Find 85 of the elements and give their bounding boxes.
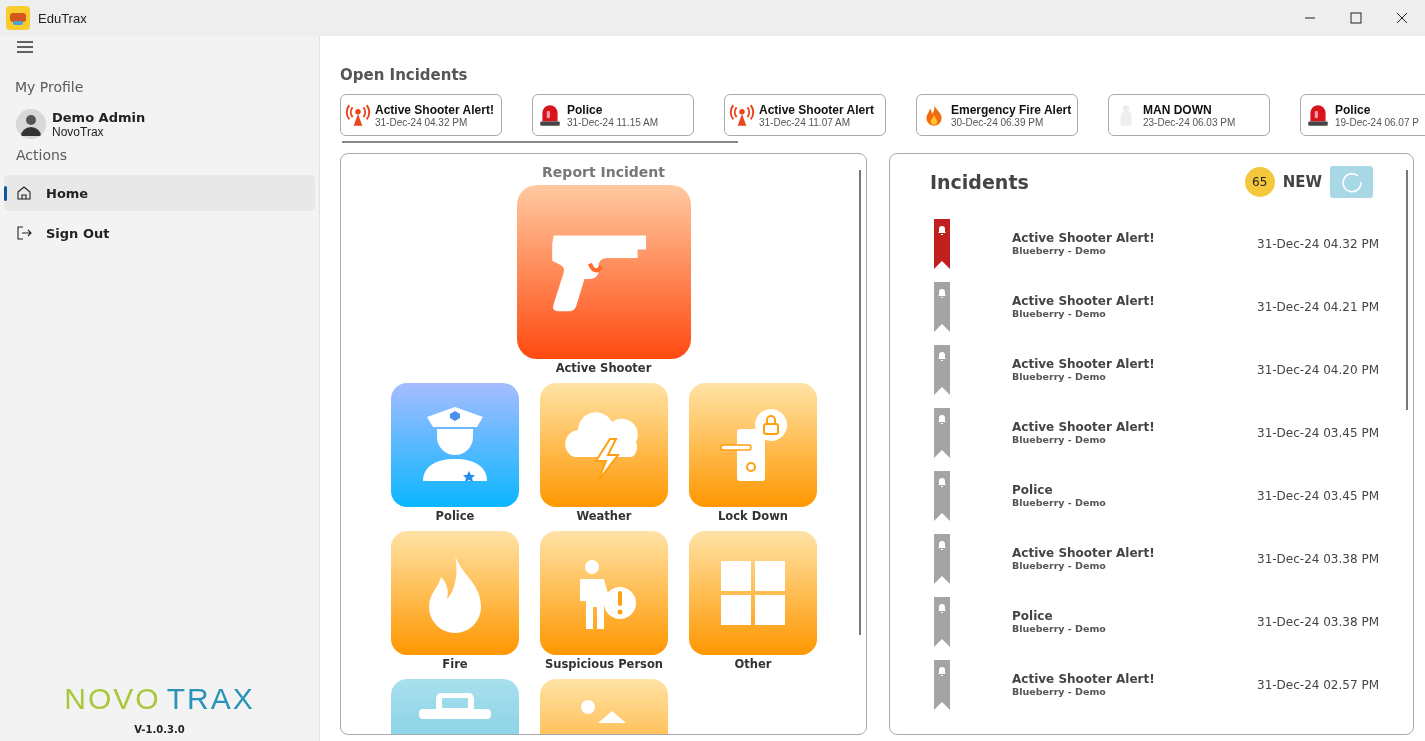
tile-label: Lock Down xyxy=(717,509,789,523)
scrollbar[interactable] xyxy=(859,170,861,635)
incident-time: 31-Dec-24 04.20 PM xyxy=(1257,362,1379,377)
incident-title: Emergency Fire Alert xyxy=(951,102,1072,117)
incident-time: 31-Dec-24 04.32 PM xyxy=(1257,236,1379,251)
panel-title: Report Incident xyxy=(541,164,666,180)
incident-title: Active Shooter Alert! xyxy=(375,102,494,117)
nav-item[interactable]: Sign Out xyxy=(4,215,315,251)
tile-label: Suspicious Person xyxy=(544,657,664,671)
maximize-icon xyxy=(1350,12,1362,24)
incident-title: Active Shooter Alert xyxy=(759,102,874,117)
user-organization: NovoTrax xyxy=(52,124,105,139)
incident-time: 19-Dec-24 06.07 P xyxy=(1335,116,1419,128)
home-icon xyxy=(16,185,32,201)
version-label: V-1.0.3.0 xyxy=(134,724,185,735)
siren-icon xyxy=(537,102,563,128)
incident-time: 31-Dec-24 11.15 AM xyxy=(567,116,658,128)
user-name: Demo Admin xyxy=(52,109,146,125)
incident-site: Blueberry - Demo xyxy=(1012,686,1107,697)
section-heading: Actions xyxy=(16,147,69,163)
incident-type-tile[interactable] xyxy=(689,383,817,507)
incident-site: Blueberry - Demo xyxy=(1012,497,1106,508)
app-logo-icon xyxy=(6,6,30,30)
section-heading: Open Incidents xyxy=(340,66,469,84)
section-heading: My Profile xyxy=(15,79,85,95)
window-title: EduTrax xyxy=(38,10,87,26)
signal-beacon-icon xyxy=(345,102,371,128)
panel-title: Incidents xyxy=(930,171,1029,193)
new-label: NEW xyxy=(1282,173,1322,191)
scrollbar[interactable] xyxy=(1406,170,1408,410)
incident-chip[interactable]: Emergency Fire Alert 30-Dec-24 06.39 PM xyxy=(916,94,1078,136)
incident-time: 31-Dec-24 04.21 PM xyxy=(1257,299,1379,314)
incident-site: Blueberry - Demo xyxy=(1012,434,1107,445)
incident-title: Police xyxy=(1335,102,1372,117)
close-icon xyxy=(1396,12,1408,24)
incident-time: 31-Dec-24 02.57 PM xyxy=(1257,677,1379,692)
incident-time: 31-Dec-24 03.38 PM xyxy=(1257,614,1379,629)
incident-title: Active Shooter Alert! xyxy=(1012,294,1155,308)
incident-title: Police xyxy=(1012,609,1054,623)
incident-title: Active Shooter Alert! xyxy=(1012,357,1155,371)
incident-site: Blueberry - Demo xyxy=(1012,623,1106,634)
incident-time: 31-Dec-24 03.38 PM xyxy=(1257,551,1379,566)
count-badge: 65 xyxy=(1244,167,1275,197)
scrollbar[interactable] xyxy=(342,141,738,143)
incident-chip[interactable]: MAN DOWN 23-Dec-24 06.03 PM xyxy=(1108,94,1270,136)
incident-site: Blueberry - Demo xyxy=(1012,308,1107,319)
incident-title: Police xyxy=(1012,483,1054,497)
incident-time: 30-Dec-24 06.39 PM xyxy=(951,116,1045,128)
incident-time: 31-Dec-24 04.32 PM xyxy=(375,116,469,128)
signal-beacon-icon xyxy=(729,102,755,128)
incident-type-tile[interactable] xyxy=(516,185,691,359)
menu-icon[interactable] xyxy=(16,40,34,54)
incident-title: MAN DOWN xyxy=(1143,102,1213,117)
incident-site: Blueberry - Demo xyxy=(1012,560,1107,571)
incident-time: 31-Dec-24 11.07 AM xyxy=(759,116,851,128)
brand-logo: NOVO TRAX xyxy=(64,682,255,716)
incident-type-tile[interactable] xyxy=(540,383,668,507)
tile-label: Weather xyxy=(575,509,633,523)
incident-chip[interactable]: Active Shooter Alert! 31-Dec-24 04.32 PM xyxy=(340,94,502,136)
incident-time: 23-Dec-24 06.03 PM xyxy=(1143,116,1236,128)
incident-time: 31-Dec-24 03.45 PM xyxy=(1257,425,1379,440)
incident-type-tile[interactable] xyxy=(540,531,668,655)
incident-title: Active Shooter Alert! xyxy=(1012,420,1155,434)
incident-time: 31-Dec-24 03.45 PM xyxy=(1257,488,1379,503)
incident-title: Active Shooter Alert! xyxy=(1012,672,1155,686)
tile-label: Active Shooter xyxy=(554,361,653,375)
incident-chip[interactable]: Active Shooter Alert 31-Dec-24 11.07 AM xyxy=(724,94,886,136)
sign-out-icon xyxy=(16,225,32,241)
incident-title: Active Shooter Alert! xyxy=(1012,546,1155,560)
incident-site: Blueberry - Demo xyxy=(1012,245,1107,256)
refresh-button[interactable] xyxy=(1330,166,1373,198)
incident-title: Police xyxy=(567,102,604,117)
incident-chip[interactable]: Police 31-Dec-24 11.15 AM xyxy=(532,94,694,136)
incident-site: Blueberry - Demo xyxy=(1012,371,1107,382)
tile-label: Other xyxy=(733,657,773,671)
incident-type-tile[interactable] xyxy=(689,531,817,655)
tile-label: Police xyxy=(434,509,476,523)
tile-label: Fire xyxy=(441,657,469,671)
incident-type-tile[interactable] xyxy=(391,383,519,507)
incident-title: Active Shooter Alert! xyxy=(1012,231,1155,245)
incident-type-tile[interactable] xyxy=(391,531,519,655)
incident-chip[interactable]: Police 19-Dec-24 06.07 P xyxy=(1300,94,1425,136)
nav-item[interactable]: Home xyxy=(4,175,315,211)
refresh-icon xyxy=(1339,170,1364,194)
siren-icon xyxy=(1305,102,1331,128)
